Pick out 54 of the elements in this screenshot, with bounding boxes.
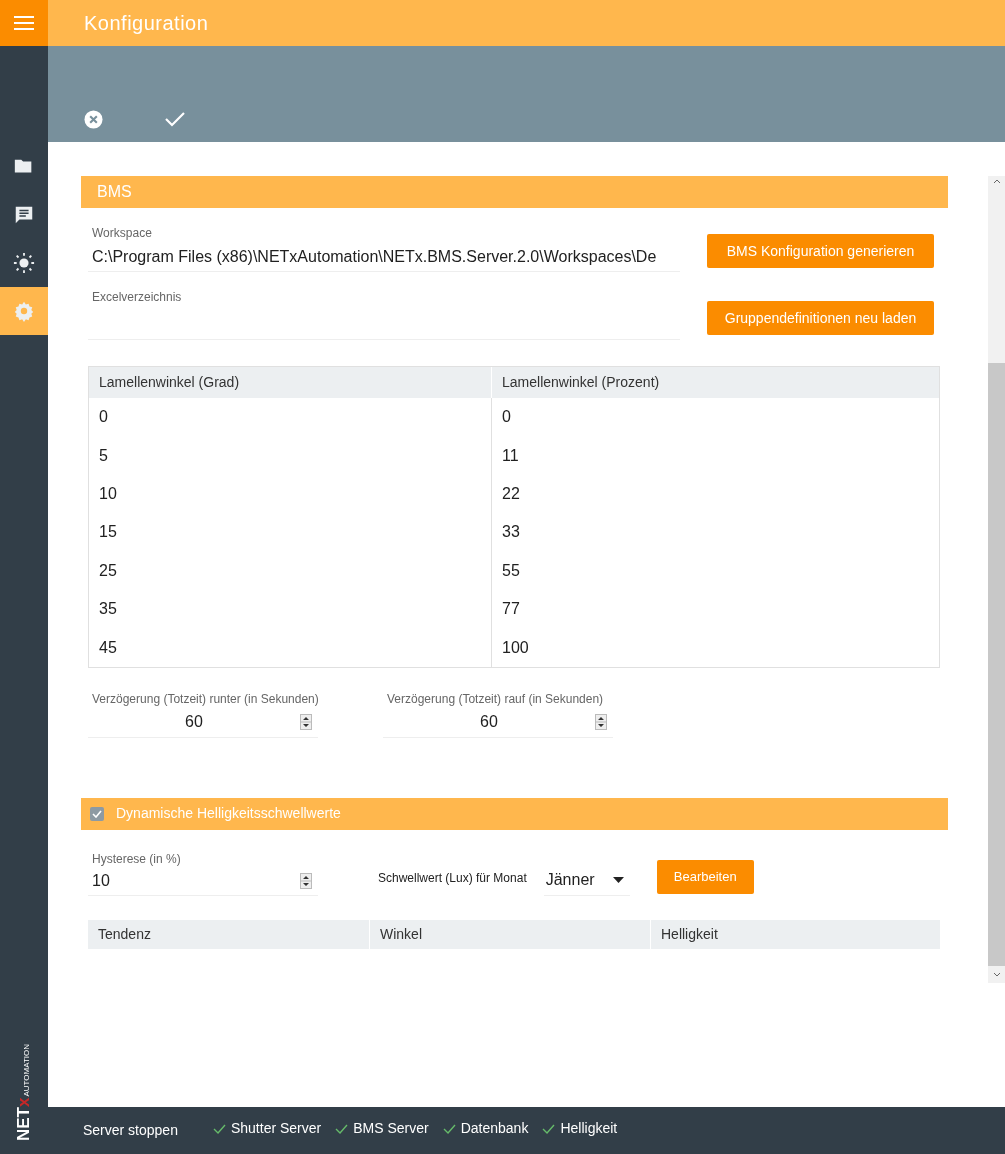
section-title: BMS xyxy=(97,182,132,202)
table-cell: 11 xyxy=(491,436,939,475)
scrollbar[interactable] xyxy=(988,176,1005,983)
table-cell: 0 xyxy=(491,398,939,437)
field-label: Verzögerung (Totzeit) runter (in Sekunden) xyxy=(91,690,318,708)
settings-icon xyxy=(13,300,35,322)
table-cell-text: 35 xyxy=(98,599,118,620)
table-cell: 77 xyxy=(491,589,939,629)
number-field[interactable]: 10 xyxy=(88,867,318,896)
service-status: BMS Server xyxy=(353,1119,429,1138)
table-cell-text: 15 xyxy=(98,522,118,543)
table-cell-text: 10 xyxy=(98,483,118,504)
section-title: Dynamische Helligkeitsschwellwerte xyxy=(116,804,341,824)
column-header: Lamellenwinkel (Prozent) xyxy=(491,367,939,398)
table-cell: 33 xyxy=(491,513,939,552)
service-status: Helligkeit xyxy=(560,1119,618,1138)
checkbox[interactable] xyxy=(90,806,104,821)
table-cell: 100 xyxy=(491,628,939,667)
column-header: Tendenz xyxy=(97,924,152,944)
table-cell-text: 0 xyxy=(98,407,109,428)
column-header: Lamellenwinkel (Grad) xyxy=(98,373,241,392)
page-title: Konfiguration xyxy=(84,11,209,36)
table-cell: 55 xyxy=(491,551,939,590)
scroll-up-icon[interactable] xyxy=(992,178,1001,184)
menu-icon xyxy=(14,15,34,31)
logo-text: NET xyxy=(15,1106,33,1141)
scroll-down-icon[interactable] xyxy=(992,971,1001,978)
number-field[interactable]: 60 xyxy=(88,707,318,738)
field-label: Verzögerung (Totzeit) rauf (in Sekunden) xyxy=(386,690,605,708)
sun-icon xyxy=(13,252,35,274)
field-label: Hysterese (in %) xyxy=(91,850,182,868)
logo-accent: x xyxy=(15,1097,33,1107)
service-status: Datenbank xyxy=(460,1119,529,1138)
table-cell-text: 45 xyxy=(98,637,118,658)
number-field[interactable]: 60 xyxy=(383,707,613,738)
column-header: Helligkeit xyxy=(650,919,940,949)
cancel-button[interactable] xyxy=(82,108,104,130)
table-cell-text: 5 xyxy=(98,445,109,466)
stop-server-button[interactable]: Server stoppen xyxy=(83,1120,178,1141)
check-icon xyxy=(165,111,185,127)
month-dropdown[interactable]: Jänner xyxy=(543,865,630,896)
column-header: Winkel xyxy=(369,919,650,949)
spinner-icon[interactable] xyxy=(300,873,312,890)
table-cell-text: 25 xyxy=(98,560,118,581)
service-status: Shutter Server xyxy=(230,1119,322,1138)
workspace-field[interactable]: Workspace C:\Program Files (x86)\NETxAutomation\NETx.BMS.Server.2.0\Workspaces\De xyxy=(88,224,680,272)
spinner-icon[interactable] xyxy=(300,714,312,731)
cancel-icon xyxy=(83,109,103,129)
caret-icon xyxy=(612,877,624,884)
spinner-icon[interactable] xyxy=(595,714,607,731)
field-label: Schwellwert (Lux) für Monat xyxy=(378,869,527,887)
table-cell: 22 xyxy=(491,474,939,514)
logo-subtext: AUTOMATION xyxy=(23,1043,32,1097)
excel-folder-field[interactable]: Excelverzeichnis xyxy=(88,284,680,340)
